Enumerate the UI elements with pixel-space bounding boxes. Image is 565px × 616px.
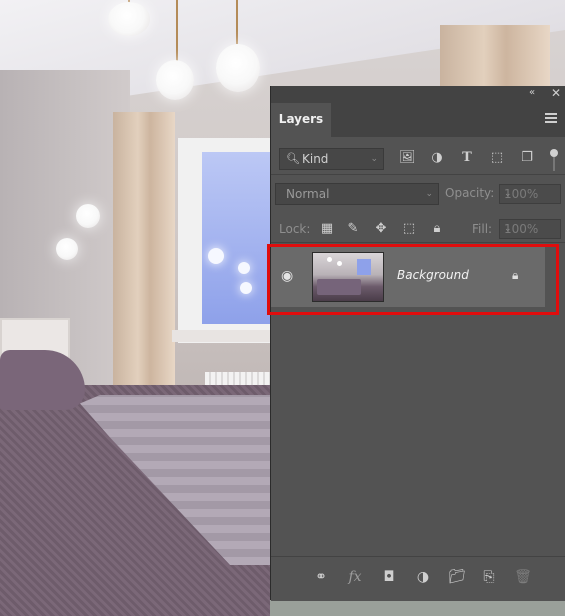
lock-artboard-icon[interactable]: ⬚ [401,221,417,237]
chevron-down-icon: ⌄ [504,189,512,199]
tab-layers[interactable]: Layers [271,103,331,137]
fill-label: Fill: [472,222,493,236]
blend-mode-select[interactable]: Normal ⌄ [275,183,439,205]
lamp-reflection [208,248,224,264]
lamp-reflection [240,282,252,294]
panel-title-strip: « ✕ [271,86,565,100]
shape-filter-icon[interactable]: ⬚ [489,150,505,166]
window-sill [172,330,282,342]
wall-sconce [76,204,100,228]
lamp-cord [176,0,178,62]
pendant-lamp [156,60,194,100]
divider [271,242,565,243]
new-layer-icon[interactable]: ⎘ [479,568,499,586]
type-filter-icon[interactable]: T [459,150,475,166]
search-icon: 🔍︎ [286,152,300,165]
lock-label: Lock: [279,222,311,236]
opacity-field[interactable]: 100% ⌄ [499,184,561,204]
opacity-label: Opacity: [445,186,495,200]
layers-panel: « ✕ Layers 🔍︎ Kind ⌄ 🖼︎ ◑ T ⬚ ❐ Normal ⌄… [270,86,565,601]
filter-toggle-knob[interactable] [550,149,558,157]
delete-layer-trash-icon[interactable]: 🗑︎ [513,568,533,586]
panel-menu-icon[interactable] [545,113,557,123]
lock-image-pixels-icon[interactable]: ✎ [345,221,361,237]
new-adjustment-layer-icon[interactable]: ◑ [413,568,433,586]
pendant-lamp [108,2,150,36]
filter-kind-select[interactable]: 🔍︎ Kind ⌄ [279,148,384,170]
blend-mode-value: Normal [286,187,330,201]
lamp-reflection [238,262,250,274]
chevron-down-icon: ⌄ [370,154,378,164]
smart-object-filter-icon[interactable]: ❐ [519,150,535,166]
chevron-down-icon: ⌄ [504,224,512,234]
divider [271,174,565,175]
curtain-left [113,112,175,402]
link-layers-icon[interactable]: ⚭ [311,568,331,586]
fill-field[interactable]: 100% ⌄ [499,219,561,239]
add-mask-icon[interactable]: ◘ [379,568,399,586]
red-highlight-box [267,244,559,315]
lock-all-icon[interactable]: 🔒︎ [429,221,445,237]
layers-bottom-toolbar: ⚭ fx ◘ ◑ 📁︎ ⎘ 🗑︎ [271,556,565,601]
new-group-folder-icon[interactable]: 📁︎ [447,568,467,586]
chevron-down-icon: ⌄ [425,189,433,199]
image-filter-icon[interactable]: 🖼︎ [399,150,416,166]
lock-transparent-pixels-icon[interactable]: ▦ [319,221,335,237]
filter-toggle-track [553,157,555,171]
lock-position-icon[interactable]: ✥ [373,221,389,237]
close-panel-button[interactable]: ✕ [551,86,561,100]
filter-kind-label: Kind [302,152,329,166]
pendant-lamp [216,44,260,92]
lamp-cord [236,0,238,44]
collapse-panel-button[interactable]: « [529,86,535,100]
adjustment-filter-icon[interactable]: ◑ [429,150,445,166]
panel-tab-bar: Layers [271,100,565,137]
layer-style-fx-button[interactable]: fx [345,568,365,586]
wall-sconce [56,238,78,260]
